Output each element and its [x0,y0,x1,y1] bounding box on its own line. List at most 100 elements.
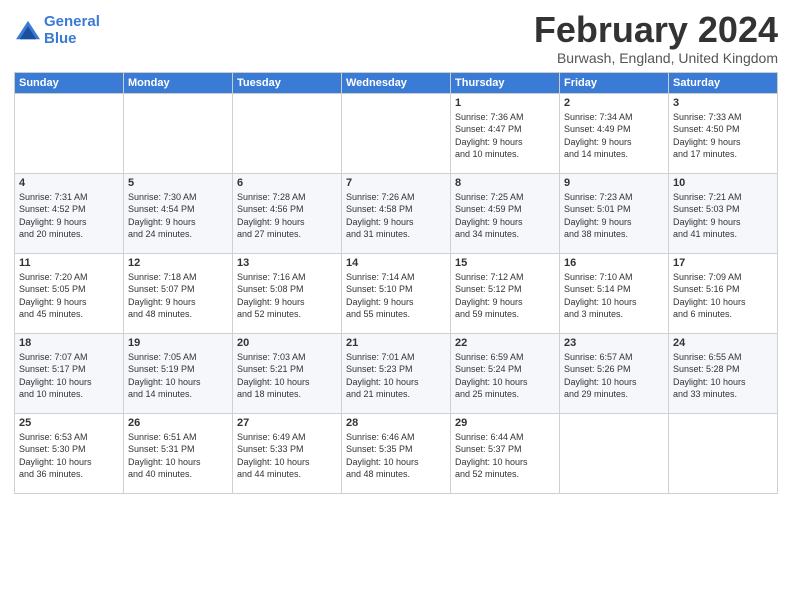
cell-info: Daylight: 10 hours [237,456,337,469]
calendar-cell [15,93,124,173]
cell-info: Daylight: 9 hours [346,296,446,309]
cell-info: and 34 minutes. [455,228,555,241]
day-number: 20 [237,337,337,349]
cell-info: Daylight: 9 hours [564,136,664,149]
cell-info: Sunset: 5:35 PM [346,443,446,456]
cell-info: Sunset: 5:24 PM [455,363,555,376]
calendar-cell: 9Sunrise: 7:23 AMSunset: 5:01 PMDaylight… [560,173,669,253]
calendar-cell: 13Sunrise: 7:16 AMSunset: 5:08 PMDayligh… [233,253,342,333]
cell-info: Sunrise: 7:10 AM [564,271,664,284]
calendar-cell: 19Sunrise: 7:05 AMSunset: 5:19 PMDayligh… [124,333,233,413]
cell-info: Daylight: 10 hours [673,296,773,309]
day-number: 5 [128,177,228,189]
calendar-cell: 3Sunrise: 7:33 AMSunset: 4:50 PMDaylight… [669,93,778,173]
calendar-cell: 15Sunrise: 7:12 AMSunset: 5:12 PMDayligh… [451,253,560,333]
calendar-cell: 12Sunrise: 7:18 AMSunset: 5:07 PMDayligh… [124,253,233,333]
page: General Blue February 2024 Burwash, Engl… [0,0,792,612]
cell-info: Sunrise: 7:31 AM [19,191,119,204]
cell-info: and 45 minutes. [19,308,119,321]
calendar-cell: 11Sunrise: 7:20 AMSunset: 5:05 PMDayligh… [15,253,124,333]
cell-info: Daylight: 10 hours [128,376,228,389]
day-number: 26 [128,417,228,429]
header-row: SundayMondayTuesdayWednesdayThursdayFrid… [15,72,778,93]
cell-info: Sunrise: 7:01 AM [346,351,446,364]
day-number: 27 [237,417,337,429]
cell-info: Daylight: 10 hours [564,296,664,309]
cell-info: and 52 minutes. [237,308,337,321]
month-title: February 2024 [534,10,778,50]
cell-info: Sunrise: 7:34 AM [564,111,664,124]
cell-info: Daylight: 10 hours [673,376,773,389]
cell-info: Sunset: 5:19 PM [128,363,228,376]
cell-info: Sunrise: 7:33 AM [673,111,773,124]
cell-info: Sunrise: 6:55 AM [673,351,773,364]
calendar-cell: 26Sunrise: 6:51 AMSunset: 5:31 PMDayligh… [124,413,233,493]
cell-info: and 10 minutes. [455,148,555,161]
calendar-cell: 21Sunrise: 7:01 AMSunset: 5:23 PMDayligh… [342,333,451,413]
cell-info: and 33 minutes. [673,388,773,401]
calendar-cell [233,93,342,173]
cell-info: Sunset: 4:56 PM [237,203,337,216]
day-number: 22 [455,337,555,349]
calendar-cell [669,413,778,493]
cell-info: Daylight: 10 hours [455,456,555,469]
calendar-cell: 6Sunrise: 7:28 AMSunset: 4:56 PMDaylight… [233,173,342,253]
cell-info: Sunrise: 7:18 AM [128,271,228,284]
day-number: 7 [346,177,446,189]
cell-info: and 27 minutes. [237,228,337,241]
calendar-cell: 29Sunrise: 6:44 AMSunset: 5:37 PMDayligh… [451,413,560,493]
day-number: 11 [19,257,119,269]
calendar-cell: 25Sunrise: 6:53 AMSunset: 5:30 PMDayligh… [15,413,124,493]
cell-info: Sunrise: 6:49 AM [237,431,337,444]
day-number: 13 [237,257,337,269]
day-number: 18 [19,337,119,349]
cell-info: Daylight: 9 hours [673,136,773,149]
cell-info: Sunset: 5:03 PM [673,203,773,216]
cell-info: Sunrise: 7:05 AM [128,351,228,364]
cell-info: Sunrise: 7:25 AM [455,191,555,204]
day-number: 6 [237,177,337,189]
col-header-tuesday: Tuesday [233,72,342,93]
day-number: 14 [346,257,446,269]
col-header-monday: Monday [124,72,233,93]
cell-info: Sunrise: 7:30 AM [128,191,228,204]
week-row-2: 11Sunrise: 7:20 AMSunset: 5:05 PMDayligh… [15,253,778,333]
calendar-cell: 20Sunrise: 7:03 AMSunset: 5:21 PMDayligh… [233,333,342,413]
cell-info: and 29 minutes. [564,388,664,401]
cell-info: Sunset: 5:01 PM [564,203,664,216]
cell-info: Sunset: 5:10 PM [346,283,446,296]
day-number: 29 [455,417,555,429]
cell-info: Sunrise: 7:36 AM [455,111,555,124]
cell-info: and 36 minutes. [19,468,119,481]
cell-info: Sunset: 5:23 PM [346,363,446,376]
location: Burwash, England, United Kingdom [534,50,778,66]
calendar-cell: 2Sunrise: 7:34 AMSunset: 4:49 PMDaylight… [560,93,669,173]
cell-info: and 6 minutes. [673,308,773,321]
calendar-cell: 7Sunrise: 7:26 AMSunset: 4:58 PMDaylight… [342,173,451,253]
cell-info: Sunrise: 7:23 AM [564,191,664,204]
cell-info: Sunset: 5:08 PM [237,283,337,296]
cell-info: and 38 minutes. [564,228,664,241]
calendar-cell: 28Sunrise: 6:46 AMSunset: 5:35 PMDayligh… [342,413,451,493]
cell-info: Sunrise: 6:44 AM [455,431,555,444]
cell-info: and 59 minutes. [455,308,555,321]
logo: General Blue [14,14,100,47]
cell-info: Sunset: 5:07 PM [128,283,228,296]
cell-info: Daylight: 10 hours [564,376,664,389]
day-number: 3 [673,97,773,109]
day-number: 16 [564,257,664,269]
cell-info: and 25 minutes. [455,388,555,401]
calendar-cell: 1Sunrise: 7:36 AMSunset: 4:47 PMDaylight… [451,93,560,173]
week-row-3: 18Sunrise: 7:07 AMSunset: 5:17 PMDayligh… [15,333,778,413]
day-number: 1 [455,97,555,109]
day-number: 15 [455,257,555,269]
cell-info: Daylight: 10 hours [19,376,119,389]
week-row-0: 1Sunrise: 7:36 AMSunset: 4:47 PMDaylight… [15,93,778,173]
cell-info: Sunrise: 7:07 AM [19,351,119,364]
cell-info: Sunrise: 7:14 AM [346,271,446,284]
cell-info: and 21 minutes. [346,388,446,401]
cell-info: and 41 minutes. [673,228,773,241]
calendar-cell: 16Sunrise: 7:10 AMSunset: 5:14 PMDayligh… [560,253,669,333]
cell-info: Daylight: 9 hours [128,216,228,229]
cell-info: and 18 minutes. [237,388,337,401]
